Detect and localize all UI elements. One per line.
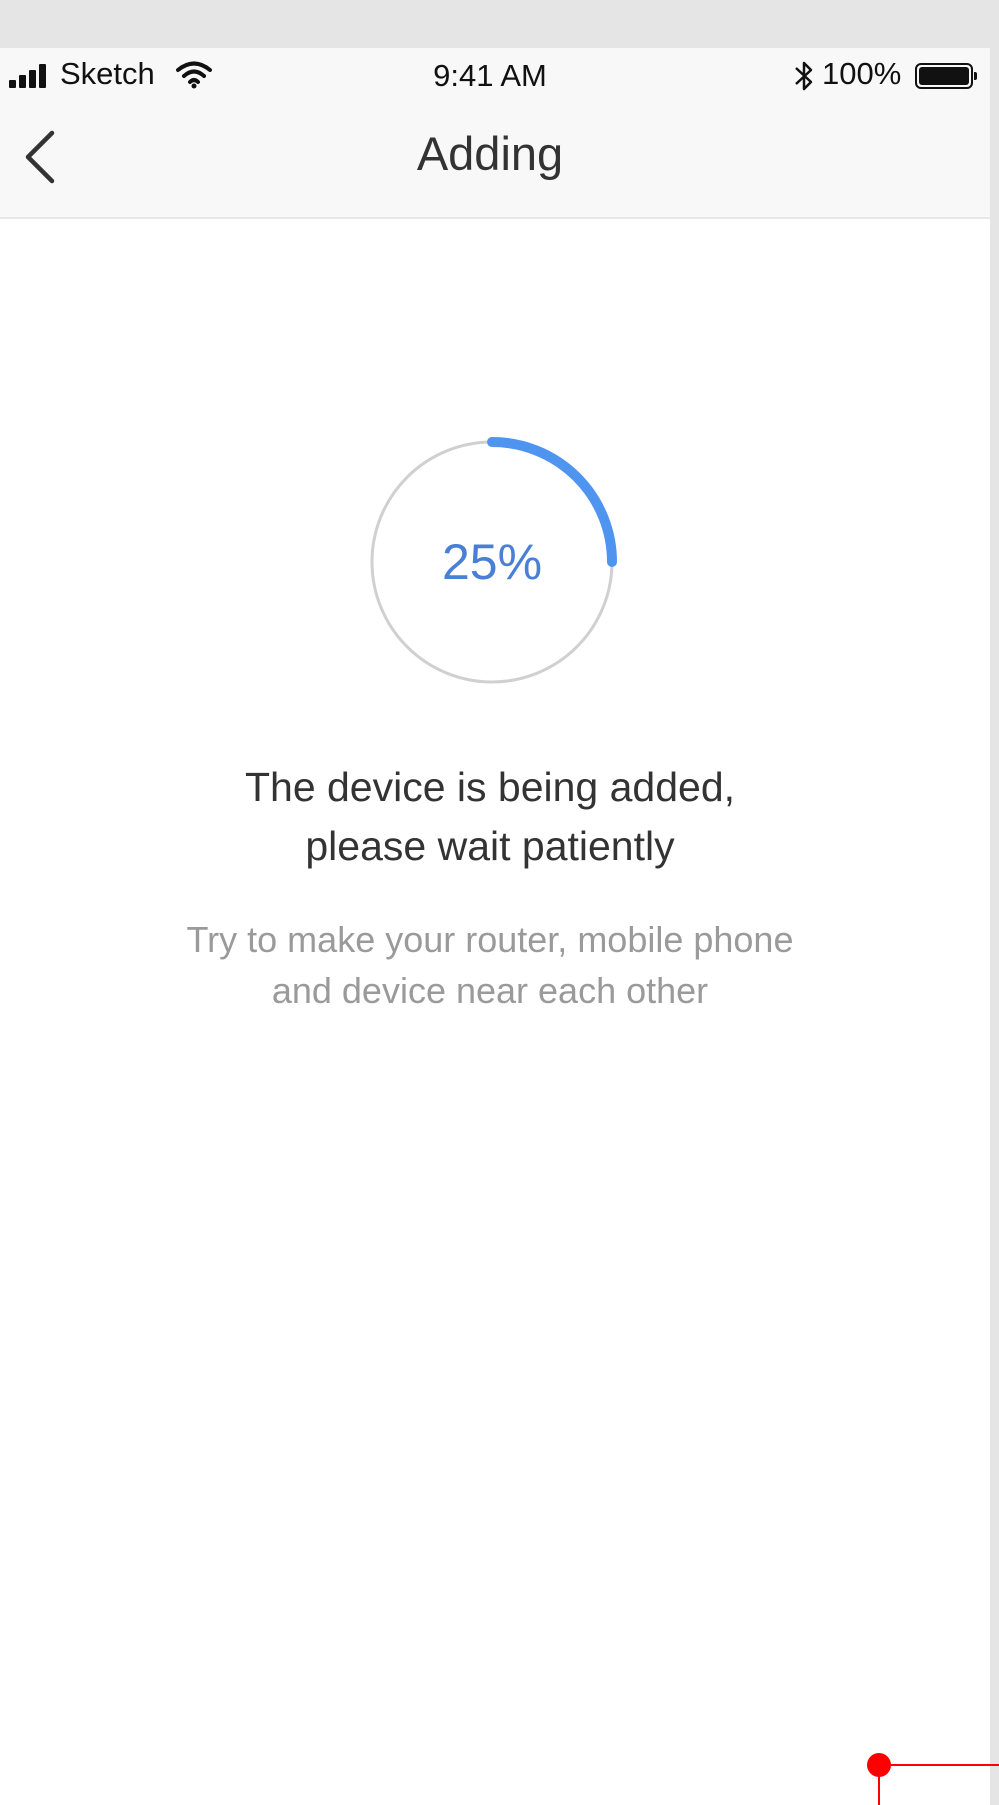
battery-icon xyxy=(915,63,977,89)
status-message-line-2: please wait patiently xyxy=(305,823,675,869)
status-message: The device is being added, please wait p… xyxy=(0,758,980,876)
page-title: Adding xyxy=(416,127,564,180)
header: Sketch 9:41 AM 100% Adding xyxy=(0,48,990,219)
phone-screen: Sketch 9:41 AM 100% Adding 25% The devic… xyxy=(0,48,990,1805)
hint-line-1: Try to make your router, mobile phone xyxy=(186,919,794,960)
status-bar: Sketch 9:41 AM 100% xyxy=(0,48,990,104)
status-message-line-1: The device is being added, xyxy=(244,764,736,810)
progress-percent: 25% xyxy=(441,534,543,590)
battery-percent: 100% xyxy=(822,56,902,91)
nav-bar: Adding xyxy=(0,104,990,219)
hint-text: Try to make your router, mobile phone an… xyxy=(0,914,980,1016)
progress-ring: 25% xyxy=(366,436,618,688)
annotation-pin-icon xyxy=(867,1753,999,1805)
hint-line-2: and device near each other xyxy=(271,970,709,1011)
app-canvas: Sketch 9:41 AM 100% Adding 25% The devic… xyxy=(0,0,999,1805)
bluetooth-icon xyxy=(795,61,813,91)
